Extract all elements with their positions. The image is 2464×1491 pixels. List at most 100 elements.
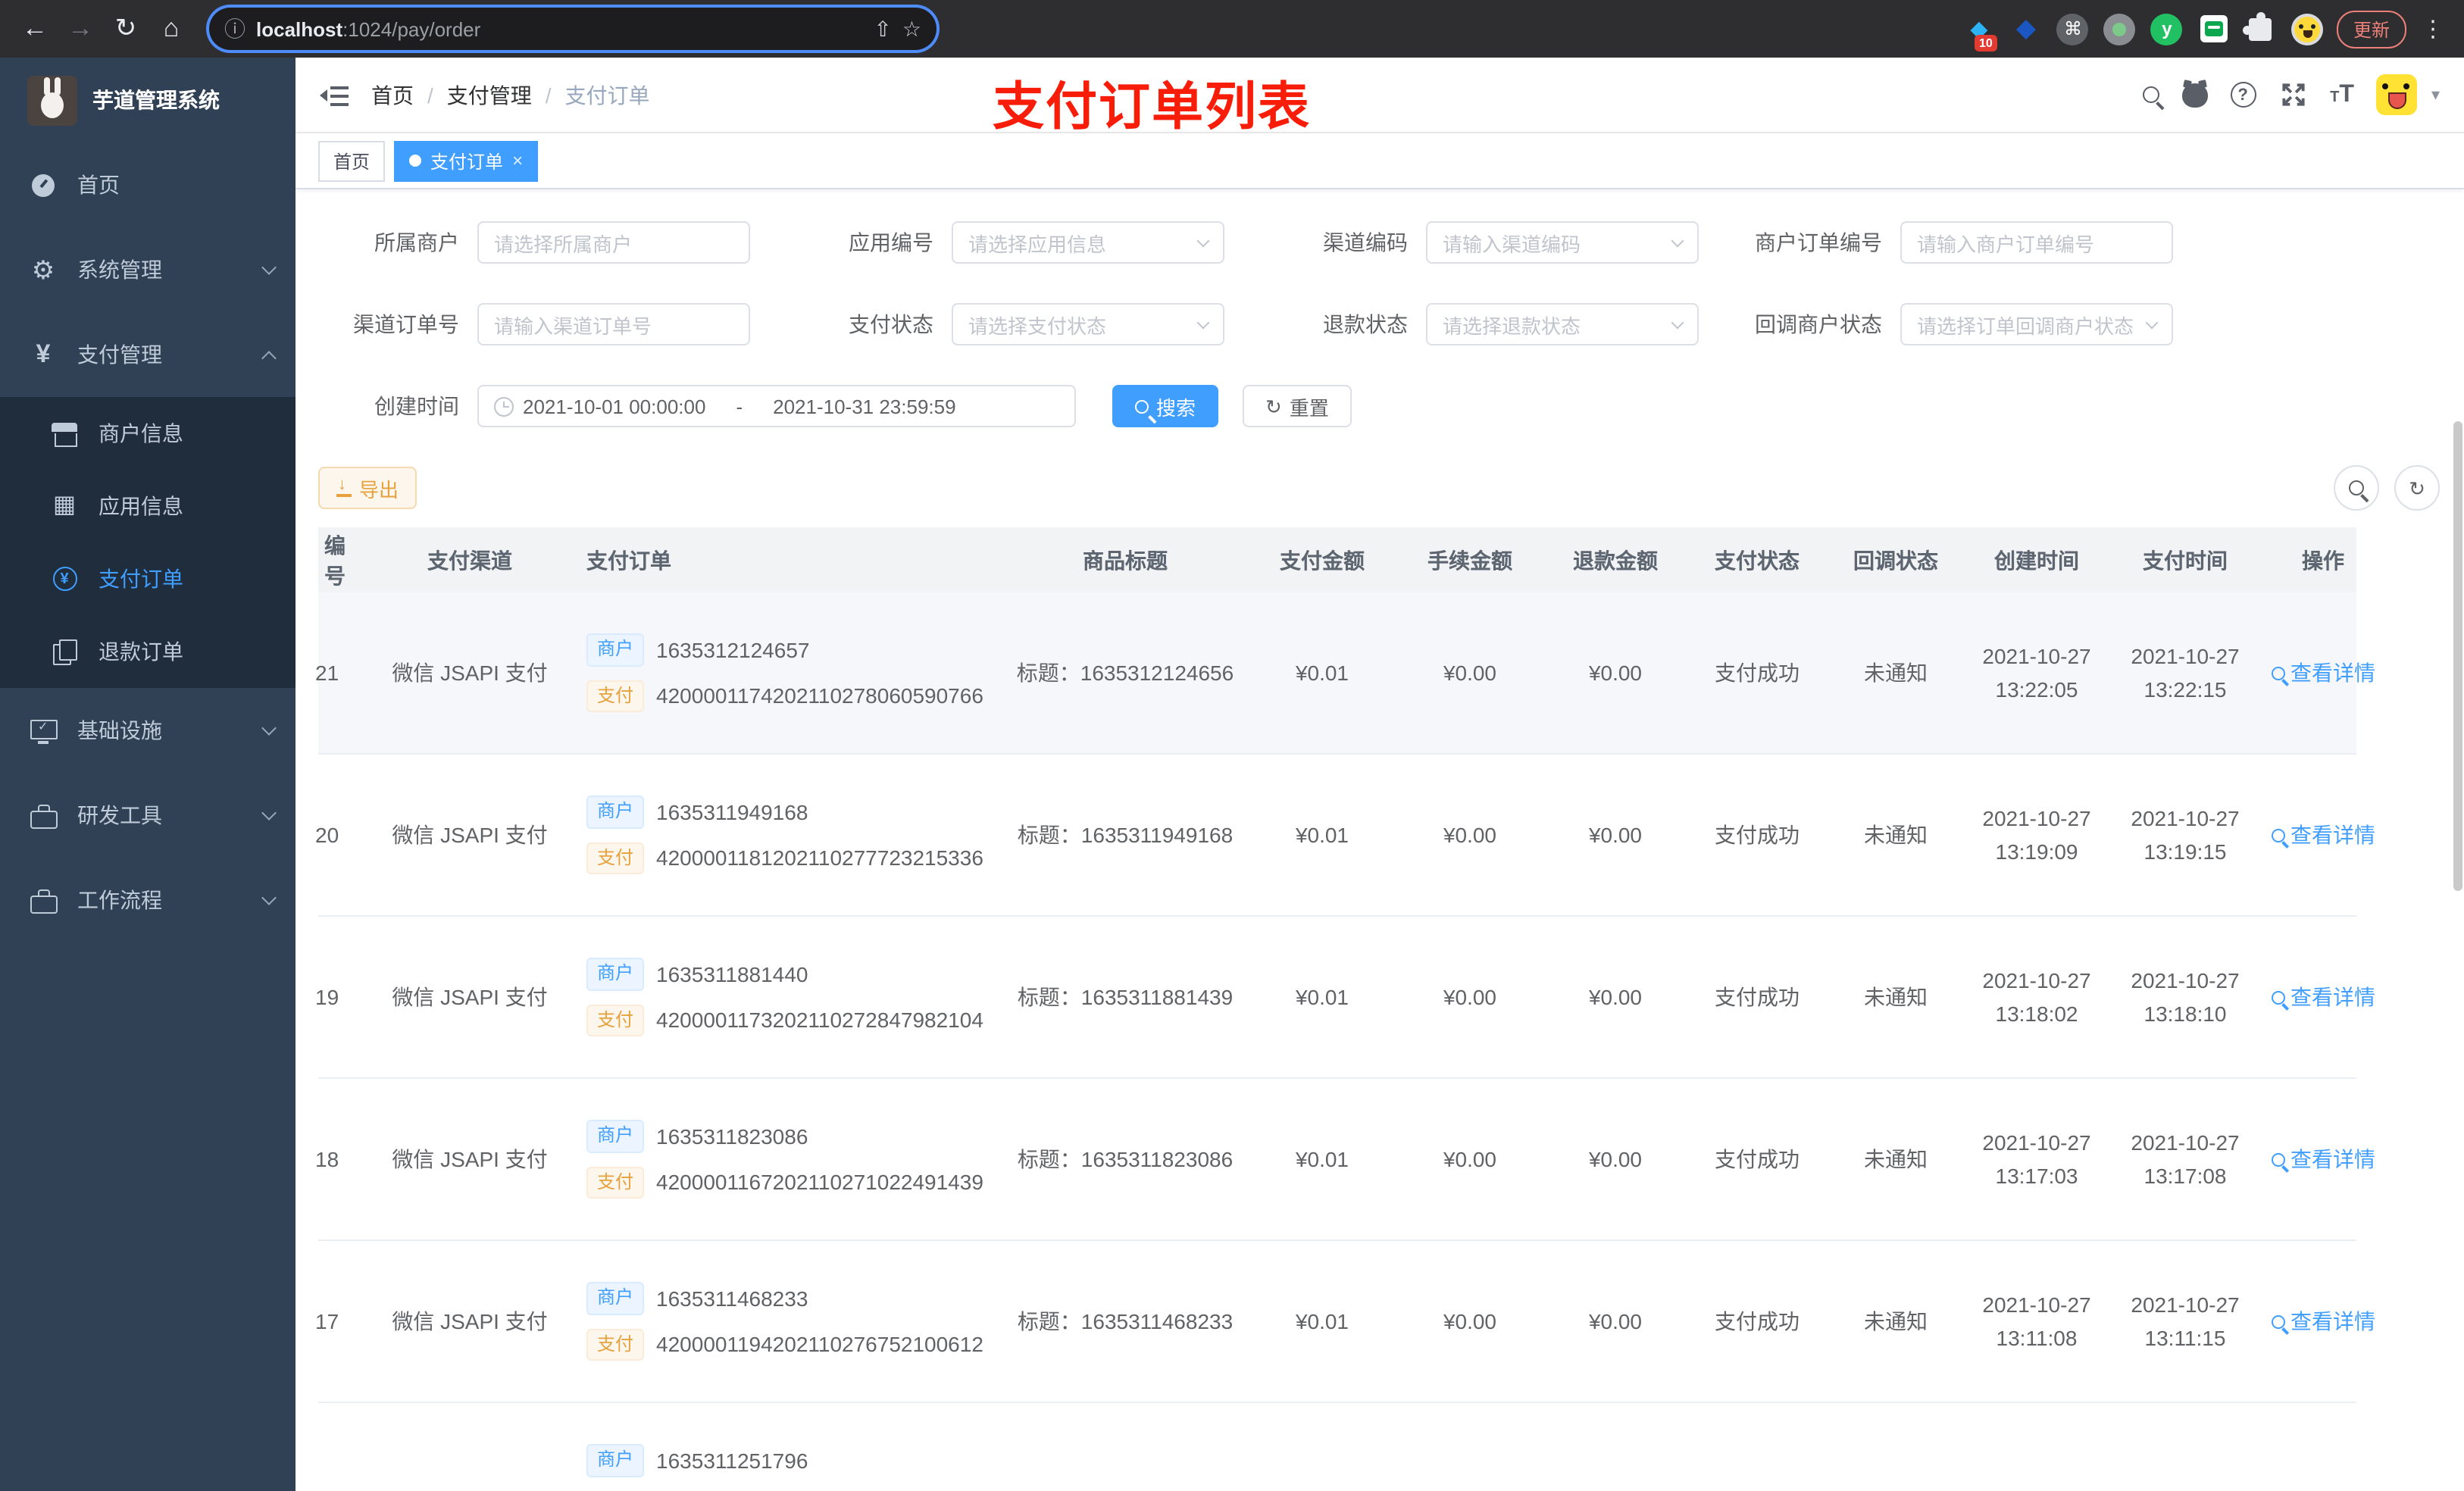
cell-paid-time: 2021-10-27 13:22:15 bbox=[2131, 644, 2240, 702]
site-info-icon[interactable]: ⓘ bbox=[224, 14, 245, 44]
cell-channel: 微信 JSAPI 支付 bbox=[392, 1309, 548, 1333]
sidebar-item-infra[interactable]: 基础设施 bbox=[0, 688, 295, 773]
address-bar[interactable]: ⓘ localhost:1024/pay/order ⇧ ☆ bbox=[209, 8, 937, 50]
merchant-tag: 商户 bbox=[586, 1443, 645, 1477]
browser-back-icon[interactable]: ← bbox=[15, 9, 55, 48]
github-icon[interactable] bbox=[2181, 83, 2208, 107]
share-icon[interactable]: ⇧ bbox=[874, 16, 891, 42]
font-size-icon[interactable] bbox=[2330, 81, 2354, 108]
export-button[interactable]: 导出 bbox=[318, 467, 417, 509]
chevron-down-icon bbox=[261, 259, 277, 274]
cell-title: 标题：1635312124656 bbox=[1016, 661, 1234, 685]
merchant-select[interactable]: 请选择所属商户 bbox=[477, 221, 750, 264]
cell-paid-time: 2021-10-27 13:18:10 bbox=[2131, 968, 2240, 1026]
browser-forward-icon[interactable]: → bbox=[61, 9, 100, 48]
browser-update-button[interactable]: 更新 bbox=[2336, 10, 2406, 48]
extension-icon-5[interactable]: y bbox=[2149, 11, 2185, 47]
sidebar-item-home[interactable]: 首页 bbox=[0, 142, 295, 227]
pay-status-select[interactable]: 请选择支付状态 bbox=[952, 303, 1224, 345]
col-header-channel: 支付渠道 bbox=[427, 548, 512, 572]
extension-icon-2[interactable]: ◆ bbox=[2008, 11, 2044, 47]
cell-id: 18 bbox=[315, 1147, 339, 1171]
user-avatar[interactable] bbox=[2376, 74, 2418, 115]
grid-icon: ▦ bbox=[52, 492, 77, 518]
cell-order: 商户 1635312124657 支付 42000011742021102780… bbox=[568, 592, 1000, 753]
breadcrumb-home[interactable]: 首页 bbox=[371, 80, 414, 110]
search-button[interactable]: 搜索 bbox=[1112, 385, 1219, 427]
sidebar-item-payment[interactable]: ¥ 支付管理 bbox=[0, 312, 295, 397]
tab-pay-order[interactable]: 支付订单 × bbox=[394, 140, 539, 181]
merchant-order-input[interactable]: 请输入商户订单编号 bbox=[1900, 221, 2173, 264]
tab-close-icon[interactable]: × bbox=[512, 150, 523, 171]
chevron-down-icon bbox=[1671, 233, 1684, 247]
col-header-paid: 支付时间 bbox=[2143, 548, 2228, 572]
breadcrumb-payment[interactable]: 支付管理 bbox=[447, 80, 532, 110]
cell-notify bbox=[1829, 1403, 1962, 1491]
toggle-search-button[interactable] bbox=[2334, 465, 2379, 511]
pay-tag: 支付 bbox=[586, 842, 645, 875]
sidebar-item-pay-order[interactable]: ¥ 支付订单 bbox=[0, 542, 295, 615]
chevron-down-icon bbox=[1196, 315, 1210, 329]
view-detail-link[interactable]: 查看详情 bbox=[2271, 658, 2375, 688]
browser-home-icon[interactable]: ⌂ bbox=[152, 9, 191, 48]
toolbox-icon bbox=[30, 887, 58, 913]
magnifier-icon bbox=[2271, 1152, 2284, 1166]
sidebar-item-devtools[interactable]: 研发工具 bbox=[0, 773, 295, 858]
sidebar-item-workflow[interactable]: 工作流程 bbox=[0, 858, 295, 942]
filter-label: 退款状态 bbox=[1323, 312, 1408, 336]
search-icon[interactable] bbox=[2142, 86, 2159, 103]
sidebar-item-merchant-info[interactable]: 商户信息 bbox=[0, 397, 295, 470]
sidebar-item-refund-order[interactable]: 退款订单 bbox=[0, 615, 295, 688]
notify-status-select[interactable]: 请选择订单回调商户状态 bbox=[1900, 303, 2173, 345]
cell-id bbox=[318, 1403, 371, 1491]
extension-icon-6[interactable] bbox=[2196, 11, 2232, 47]
create-time-range-picker[interactable]: 2021-10-01 00:00:00 - 2021-10-31 23:59:5… bbox=[477, 385, 1076, 427]
cell-actions: 查看详情 bbox=[2259, 755, 2387, 915]
reset-button[interactable]: ↻ 重置 bbox=[1243, 385, 1352, 427]
browser-menu-icon[interactable]: ⋮ bbox=[2417, 15, 2449, 42]
refund-status-select[interactable]: 请选择退款状态 bbox=[1426, 303, 1699, 345]
chevron-down-icon bbox=[1671, 315, 1684, 329]
sidebar-item-system[interactable]: ⚙ 系统管理 bbox=[0, 227, 295, 312]
avatar-caret-icon[interactable]: ▾ bbox=[2431, 85, 2440, 105]
help-icon[interactable] bbox=[2230, 82, 2256, 108]
browser-reload-icon[interactable]: ↻ bbox=[106, 9, 145, 48]
cell-actions: 查看详情 bbox=[2259, 1241, 2387, 1402]
page-scrollbar[interactable] bbox=[2453, 421, 2462, 891]
view-detail-link[interactable]: 查看详情 bbox=[2271, 982, 2375, 1012]
breadcrumb-separator: / bbox=[427, 83, 433, 107]
browser-profile-avatar[interactable] bbox=[2290, 11, 2326, 47]
view-detail-link[interactable]: 查看详情 bbox=[2271, 1144, 2375, 1174]
sidebar-fold-icon[interactable] bbox=[320, 80, 350, 110]
app-logo[interactable]: 芋道管理系统 bbox=[0, 58, 295, 142]
cell-status: 支付成功 bbox=[1715, 661, 1800, 685]
cell-fee bbox=[1394, 1403, 1546, 1491]
cell-amount: ¥0.01 bbox=[1295, 1309, 1349, 1333]
cell-paid-time: 2021-10-27 13:11:15 bbox=[2131, 1293, 2240, 1350]
extensions-puzzle-icon[interactable] bbox=[2243, 11, 2279, 47]
cell-amount bbox=[1250, 1403, 1394, 1491]
channel-order-input[interactable]: 请输入渠道订单号 bbox=[477, 303, 750, 345]
filter-label: 商户订单编号 bbox=[1755, 230, 1882, 255]
cell-amount: ¥0.01 bbox=[1295, 823, 1349, 847]
refresh-table-button[interactable]: ↻ bbox=[2394, 465, 2440, 511]
tab-home[interactable]: 首页 bbox=[318, 140, 386, 181]
cell-title: 标题：1635311823086 bbox=[1017, 1147, 1234, 1171]
dashboard-icon bbox=[30, 172, 56, 198]
view-detail-link[interactable]: 查看详情 bbox=[2271, 1306, 2375, 1336]
documents-icon bbox=[52, 639, 77, 664]
cell-created-time: 2021-10-27 13:22:05 bbox=[1982, 644, 2091, 702]
col-header-refund: 退款金额 bbox=[1573, 548, 1658, 572]
magnifier-icon bbox=[2271, 666, 2284, 680]
app-select[interactable]: 请选择应用信息 bbox=[952, 221, 1224, 264]
extension-icon-4[interactable] bbox=[2102, 11, 2138, 47]
sidebar-item-app-info[interactable]: ▦ 应用信息 bbox=[0, 470, 295, 542]
extension-icon-1[interactable]: ◆ 10 bbox=[1961, 11, 1997, 52]
bookmark-star-icon[interactable]: ☆ bbox=[902, 16, 921, 42]
channel-code-select[interactable]: 请输入渠道编码 bbox=[1426, 221, 1699, 264]
y-ext-icon: y bbox=[2150, 13, 2183, 45]
extension-icon-3[interactable]: ⌘ bbox=[2055, 11, 2091, 47]
fullscreen-icon[interactable] bbox=[2278, 80, 2307, 109]
view-detail-link[interactable]: 查看详情 bbox=[2271, 820, 2375, 850]
cell-notify: 未通知 bbox=[1864, 1147, 1928, 1171]
